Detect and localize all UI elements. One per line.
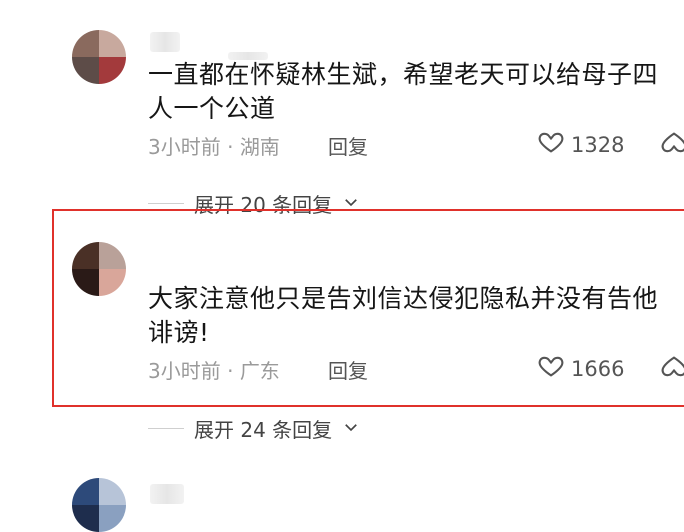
like-button[interactable]: 1328 [537,128,624,161]
chevron-down-icon [342,192,360,216]
dislike-icon[interactable] [660,129,684,157]
expand-replies-label: 展开 24 条回复 [194,418,333,442]
avatar[interactable] [72,242,126,296]
divider-line [148,428,184,429]
heart-outline-icon [537,352,565,385]
heart-outline-icon [537,128,565,161]
like-count: 1666 [571,356,625,381]
meta-separator: · [227,359,234,383]
dislike-icon[interactable] [660,353,684,381]
avatar[interactable] [72,30,126,84]
comment-location: 湖南 [239,135,280,159]
username-blurred[interactable] [150,32,180,52]
reply-button[interactable]: 回复 [328,131,368,160]
avatar[interactable] [72,478,126,532]
expand-replies-button[interactable]: 展开 24 条回复 [148,414,360,443]
comment-text: 一直都在怀疑林生斌，希望老天可以给母子四人一个公道 [148,60,659,123]
comment-text: 大家注意他只是告刘信达侵犯隐私并没有告他诽谤! [148,284,659,347]
meta-separator: · [227,135,234,159]
reply-button[interactable]: 回复 [328,355,368,384]
divider-line [148,203,184,204]
username-blurred[interactable] [150,484,184,504]
comment-meta: 3小时前 · 湖南 [148,131,280,160]
like-button[interactable]: 1666 [537,352,624,385]
like-count: 1328 [571,132,625,157]
comment-time: 3小时前 [148,359,221,383]
expand-replies-label: 展开 20 条回复 [194,193,333,217]
expand-replies-button[interactable]: 展开 20 条回复 [148,189,360,218]
comment-meta: 3小时前 · 广东 [148,355,280,384]
comment-time: 3小时前 [148,135,221,159]
comment-location: 广东 [239,359,280,383]
chevron-down-icon [342,417,360,441]
